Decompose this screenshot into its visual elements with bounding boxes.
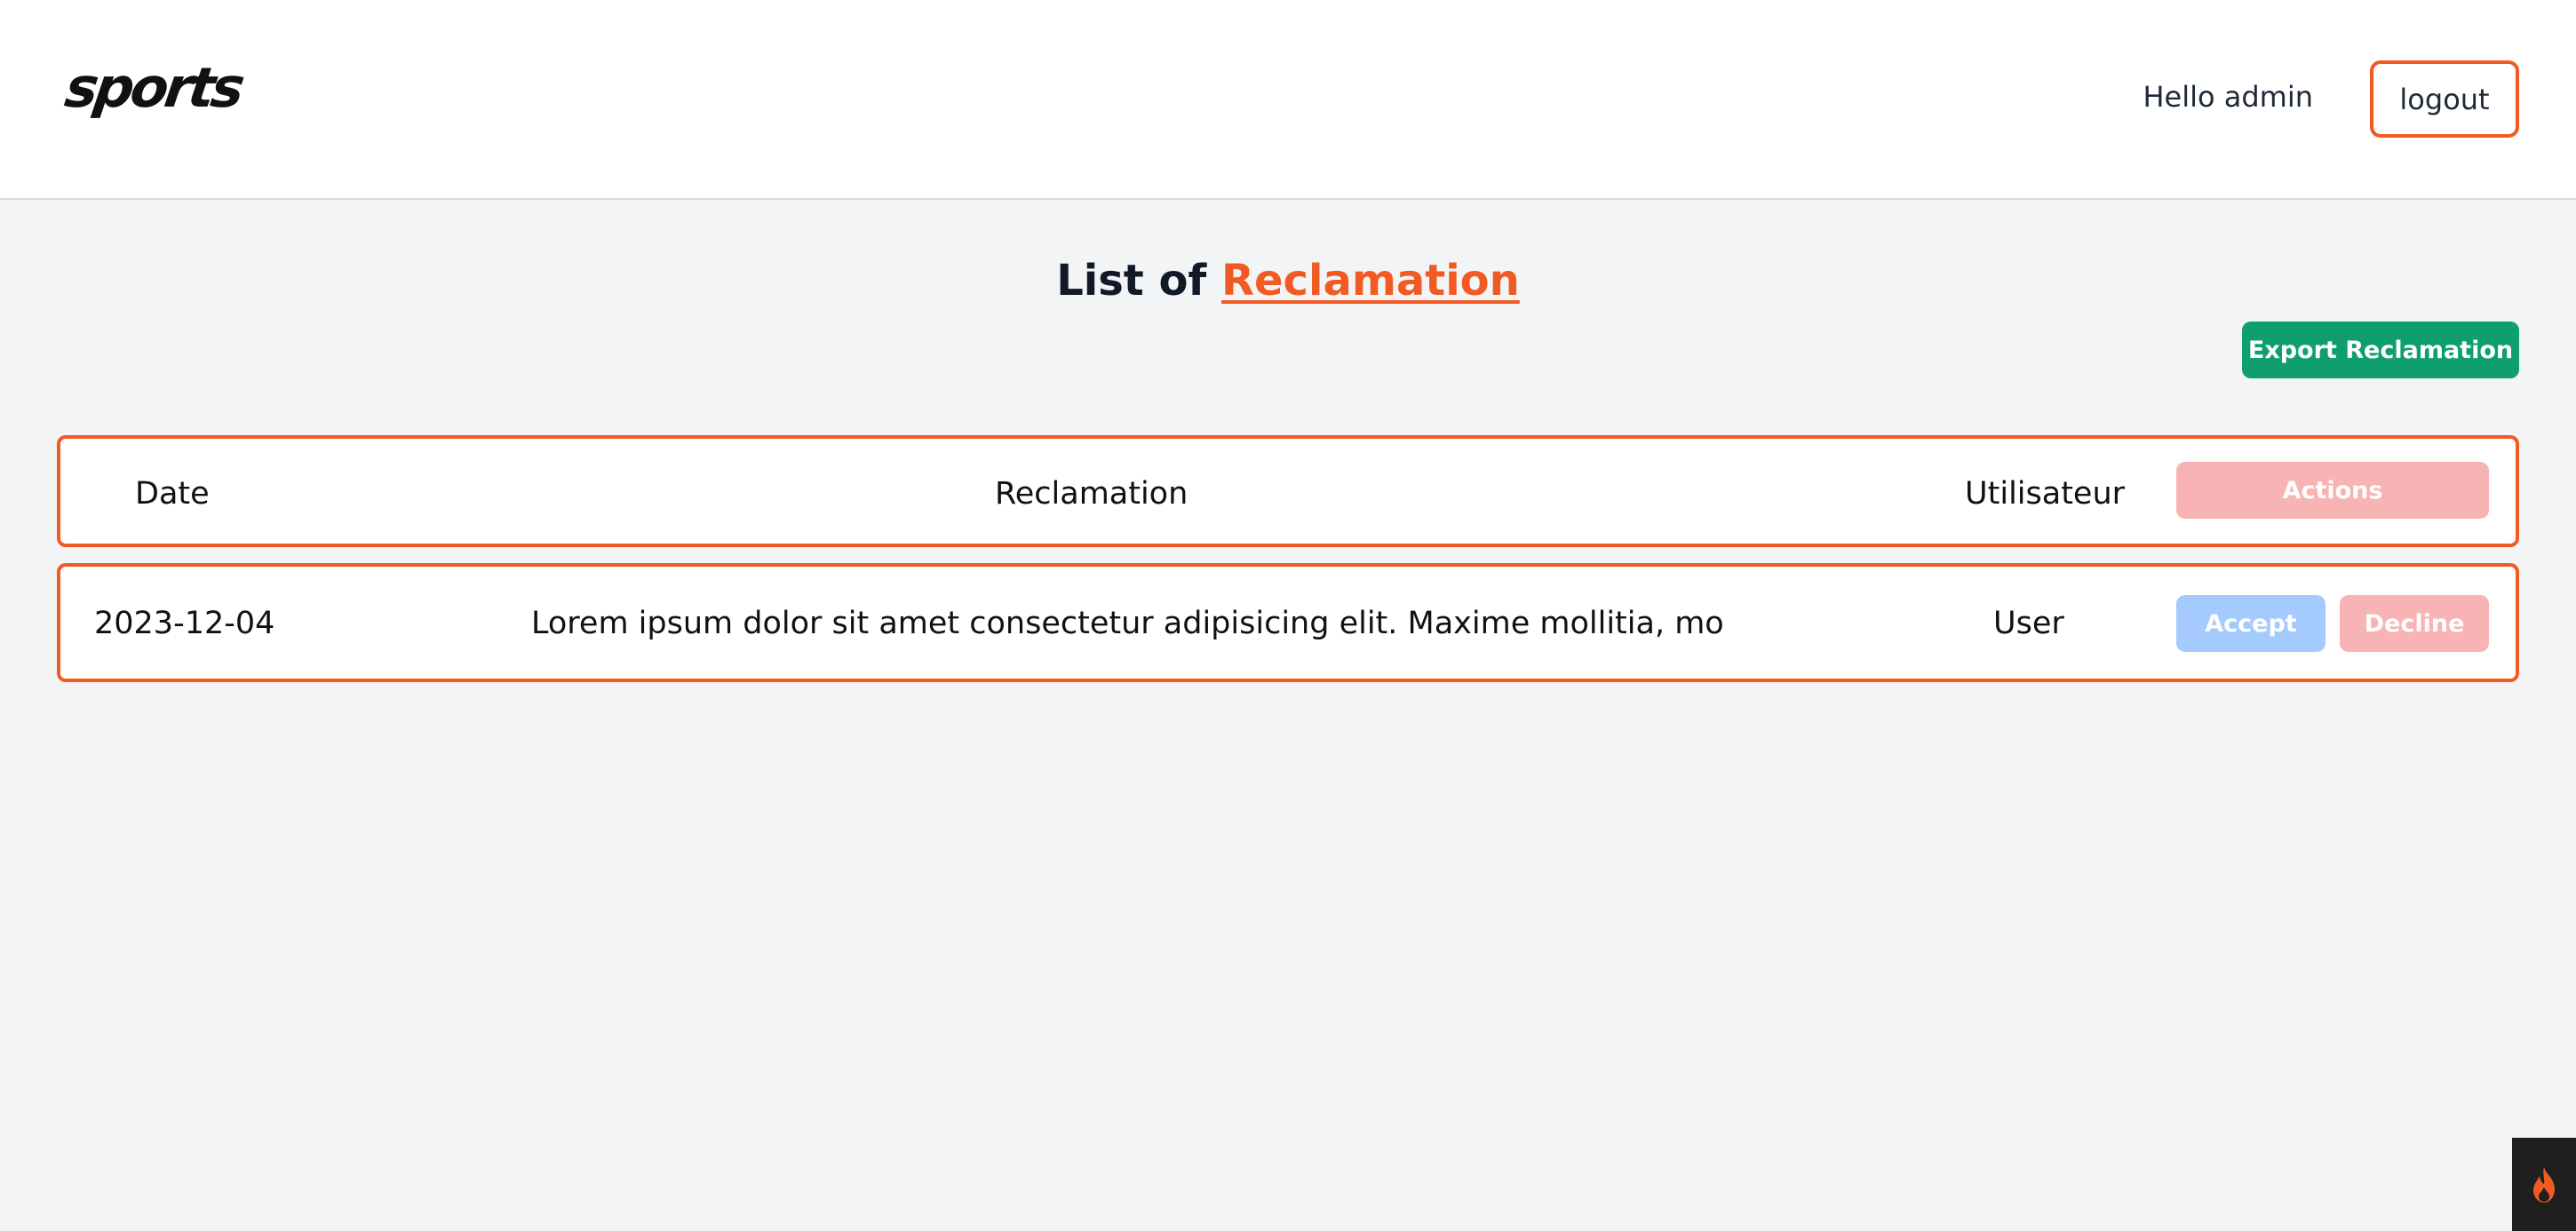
page-title: List of Reclamation [0, 256, 2576, 306]
export-reclamation-button[interactable]: Export Reclamation [2242, 322, 2519, 378]
top-navbar: sports Hello admin logout [0, 0, 2576, 200]
greeting-text: Hello admin [2143, 80, 2313, 114]
page-title-prefix: List of [1056, 256, 1222, 306]
row-date: 2023-12-04 [94, 606, 275, 641]
column-header-reclamation: Reclamation [995, 476, 1189, 512]
table-header-row: Date Reclamation Utilisateur Actions [57, 435, 2519, 547]
flame-icon [2533, 1166, 2555, 1203]
table-row: 2023-12-04 Lorem ipsum dolor sit amet co… [57, 563, 2519, 682]
column-header-actions: Actions [2176, 462, 2489, 519]
sports-logo[interactable]: sports [61, 55, 245, 120]
debug-toolbar-toggle[interactable] [2512, 1138, 2576, 1231]
column-header-date: Date [135, 476, 210, 512]
column-header-user: Utilisateur [1965, 476, 2126, 512]
row-user: User [1993, 606, 2064, 641]
accept-button[interactable]: Accept [2176, 595, 2326, 652]
decline-button[interactable]: Decline [2340, 595, 2489, 652]
logout-button[interactable]: logout [2370, 60, 2519, 138]
page-title-accent[interactable]: Reclamation [1221, 256, 1520, 306]
row-reclamation-text: Lorem ipsum dolor sit amet consectetur a… [531, 606, 1724, 641]
